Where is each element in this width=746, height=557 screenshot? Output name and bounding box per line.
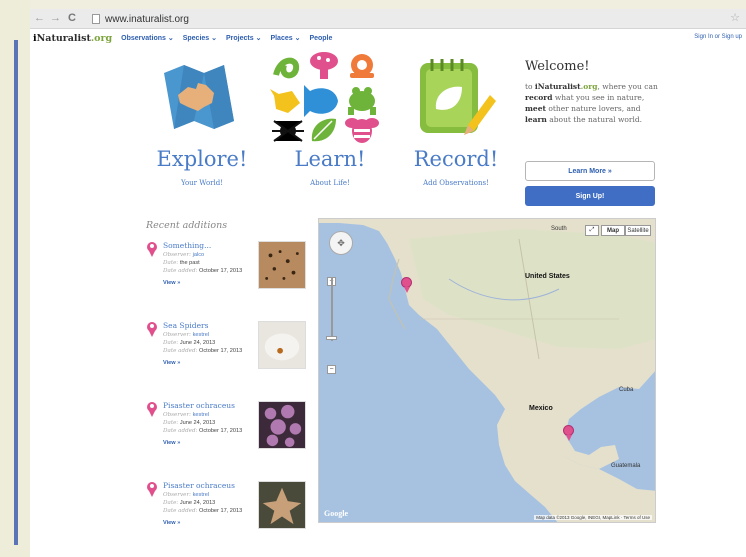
url-text: www.inaturalist.org [105, 13, 189, 25]
web-page: i Naturalist .org Observations ⌄ Species ⌄… [30, 29, 746, 557]
explore-subtitle[interactable]: Your World! [142, 179, 262, 187]
observation-name[interactable]: Sea Spiders [163, 321, 251, 331]
sign-in-link[interactable]: Sign In or Sign up [694, 34, 742, 40]
map-pin-icon [147, 242, 157, 257]
observation-photo[interactable] [258, 321, 306, 369]
page-icon [92, 14, 100, 24]
logo-name: Naturalist [36, 32, 91, 44]
observation-item: Pisaster ochraceus Observer: kestrel Dat… [146, 401, 306, 481]
observer-link[interactable]: jalco [193, 252, 205, 258]
explore-map-icon[interactable] [158, 51, 240, 143]
zoom-slider-track[interactable] [331, 277, 333, 341]
view-link[interactable]: View » [163, 279, 251, 287]
nav-people[interactable]: People [309, 35, 332, 42]
nav-projects[interactable]: Projects ⌄ [226, 34, 261, 42]
welcome-heading: Welcome! [525, 59, 590, 74]
mushroom-icon [310, 52, 338, 79]
address-bar[interactable]: www.inaturalist.org [92, 12, 732, 26]
map-marker-icon[interactable] [401, 277, 412, 293]
welcome-text: to iNaturalist.org, where you can record… [525, 82, 658, 124]
map-type-button[interactable]: Map [601, 225, 625, 236]
site-nav: i Naturalist .org Observations ⌄ Species ⌄… [30, 29, 746, 47]
learn-title[interactable]: Learn! [270, 147, 390, 171]
observation-photo[interactable] [258, 481, 306, 529]
observation-item: Pisaster ochraceus Observer: kestrel Dat… [146, 481, 306, 557]
bird-icon [270, 89, 300, 113]
nav-species[interactable]: Species ⌄ [183, 34, 217, 42]
observation-name[interactable]: Something... [163, 241, 251, 251]
back-arrow-icon[interactable]: ← [34, 12, 45, 24]
map-label-guatemala: Guatemala [611, 463, 641, 469]
snake-icon [273, 57, 300, 79]
reload-icon[interactable]: C [68, 12, 76, 24]
view-link[interactable]: View » [163, 439, 251, 447]
explore-title[interactable]: Explore! [142, 147, 262, 171]
bee-icon [345, 118, 379, 143]
observation-photo[interactable] [258, 401, 306, 449]
map-label-united-states: United States [525, 273, 570, 280]
leaf-icon [311, 118, 336, 142]
spider-icon [272, 120, 304, 142]
record-title[interactable]: Record! [396, 147, 516, 171]
fullscreen-button[interactable]: ⤢ [585, 225, 599, 236]
snail-icon [350, 54, 374, 78]
nav-places[interactable]: Places ⌄ [270, 34, 300, 42]
observer-link[interactable]: kestrel [193, 492, 209, 498]
welcome-brand: iNaturalist.org [534, 82, 598, 91]
nav-observations[interactable]: Observations ⌄ [121, 34, 174, 42]
fish-icon [304, 85, 338, 117]
observation-item: Something... Observer: jalco Date: the p… [146, 241, 306, 321]
learn-more-button[interactable]: Learn More » [525, 161, 655, 181]
window-edge-bar [14, 40, 18, 545]
sign-up-button[interactable]: Sign Up! [525, 186, 655, 206]
observation-name[interactable]: Pisaster ochraceus [163, 481, 251, 491]
observation-name[interactable]: Pisaster ochraceus [163, 401, 251, 411]
logo-org: .org [90, 32, 113, 44]
desktop-left-strip [0, 0, 30, 557]
map-pan-control[interactable]: ✥ [329, 231, 353, 255]
record-notebook-icon[interactable] [414, 53, 498, 143]
observer-link[interactable]: kestrel [193, 412, 209, 418]
zoom-out-button[interactable]: − [327, 365, 336, 374]
map-copyright[interactable]: Map data ©2013 Google, INEGI, MapLink · … [534, 515, 652, 520]
map-land [319, 219, 655, 522]
map-pin-icon [147, 482, 157, 497]
welcome-panel: Welcome! to iNaturalist.org, where you c… [525, 59, 660, 125]
satellite-type-button[interactable]: Satellite [625, 225, 651, 236]
browser-toolbar: ← → C www.inaturalist.org ☆ [30, 9, 746, 29]
site-logo[interactable]: i Naturalist .org [33, 33, 112, 44]
view-link[interactable]: View » [163, 519, 251, 527]
record-subtitle[interactable]: Add Observations! [396, 179, 516, 187]
google-logo: Google [324, 509, 348, 518]
map-label-south: South [551, 226, 567, 232]
frog-icon [348, 87, 376, 115]
forward-arrow-icon[interactable]: → [50, 12, 61, 24]
recent-additions-title: Recent additions [146, 220, 228, 231]
map-marker-icon[interactable] [563, 425, 574, 441]
bookmark-star-icon[interactable]: ☆ [730, 11, 740, 24]
map-label-mexico: Mexico [529, 405, 553, 412]
learn-subtitle[interactable]: About Life! [270, 179, 390, 187]
view-link[interactable]: View » [163, 359, 251, 367]
zoom-slider-handle[interactable] [326, 336, 337, 340]
pan-arrows-icon[interactable]: ✥ [329, 231, 353, 255]
map-label-cuba: Cuba [619, 387, 634, 393]
observer-link[interactable]: kestrel [193, 332, 209, 338]
map-pin-icon [147, 322, 157, 337]
learn-species-icon[interactable] [270, 51, 380, 145]
observation-photo[interactable] [258, 241, 306, 289]
map-pin-icon [147, 402, 157, 417]
observations-map[interactable]: ✥ + − ⤢ Map Satellite South United State… [318, 218, 656, 523]
observation-item: Sea Spiders Observer: kestrel Date: June… [146, 321, 306, 401]
